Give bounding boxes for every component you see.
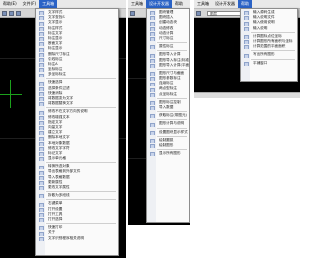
menu-separator (46, 78, 116, 80)
right-menu-designer[interactable]: 设计开发器 (212, 0, 238, 8)
menu-separator (251, 31, 295, 33)
left-menu-item[interactable]: 多坐标标注 (36, 72, 118, 78)
left-menu-item[interactable]: 更改文字属性 (36, 185, 118, 191)
toolbar-icon[interactable] (130, 10, 135, 16)
right-menu-item[interactable]: 计算范围的平面面积 (241, 44, 297, 50)
middle-menu-item[interactable]: 导入数据 (147, 105, 189, 111)
menu-separator (157, 149, 187, 151)
middle-menu-item[interactable]: 获取标注(带图元) (147, 113, 189, 119)
crosshair-vertical (10, 80, 11, 108)
menu-separator (157, 68, 187, 70)
middle-menu-item[interactable]: 点坐标标注 (147, 92, 189, 97)
menu-separator (157, 127, 187, 129)
left-menu-file[interactable]: 文件(F) (20, 0, 39, 8)
middle-menu-item[interactable]: 属性标注 (147, 44, 189, 50)
right-cad-window: 工具箱 设计开发器 帮助 图层 输入源码生成 输入说明文件 输入使用说明 输入说明 计算… (194, 0, 300, 98)
menu-separator (46, 107, 116, 109)
right-menu-item[interactable]: 写出所有图形 (241, 52, 297, 58)
toolbar-icon[interactable] (9, 10, 14, 16)
crosshair-horizontal (0, 94, 22, 95)
toolbar-icon[interactable] (2, 10, 7, 16)
right-menu-help[interactable]: 帮助 (238, 0, 252, 8)
middle-menu-item[interactable]: 设置图块显示样式 (147, 130, 189, 135)
middle-menu-item[interactable]: 尺寸标注 (147, 36, 189, 42)
middle-menu-item[interactable]: 图形导入计算(平面) (147, 63, 189, 68)
toolbar-icon[interactable] (196, 10, 201, 16)
left-menu-item[interactable]: 显示单元格 (36, 156, 118, 162)
left-menu-item[interactable]: 拆散为多段线 (36, 193, 118, 199)
left-dropdown-menu: 文字样式 文字查找S 文字显示 标注样式 标注文字 标注显示 断面文字 标注显示 删除尺寸标注引… (35, 8, 119, 256)
menu-separator (251, 50, 295, 52)
blank-area (194, 98, 300, 258)
menu-separator (157, 42, 187, 44)
right-menu-item[interactable]: 平铺窗口 (241, 61, 297, 66)
middle-cad-window: 工具箱 设计开发器 帮助 图块管理 图块插入 创建动态块 动态修改 动态计算 尺寸标注 属性… (128, 0, 190, 225)
toolbar-icon[interactable] (16, 10, 21, 16)
menu-separator (157, 50, 187, 52)
middle-menu-help[interactable]: 帮助 (172, 0, 186, 8)
right-menu-toolbox[interactable]: 工具箱 (194, 0, 212, 8)
left-menu-item[interactable]: 将数据替换文字 (36, 101, 118, 107)
menu-separator (46, 199, 116, 201)
left-menu-item[interactable]: 文字识别程序相关说明 (36, 236, 118, 241)
layer-combo[interactable]: 图层 (207, 10, 243, 16)
left-menu-help[interactable]: 帮助(E) (0, 0, 20, 8)
left-cad-window: 帮助(E) 文件(F) 工具箱 文字样式 文字查找S 文字显示 标注样式 标注文字 标注显… (0, 0, 126, 258)
middle-dropdown-menu: 图块管理 图块插入 创建动态块 动态修改 动态计算 尺寸标注 属性标注 图形导入计算 图形导入标… (146, 8, 190, 223)
middle-menu-item[interactable]: 显示所有图形 (147, 151, 189, 157)
menu-separator (157, 111, 187, 113)
middle-menu-designer[interactable]: 设计开发器 (146, 0, 172, 8)
middle-menu-toolbox[interactable]: 工具箱 (128, 0, 146, 8)
menu-separator (251, 58, 295, 60)
menu-separator (46, 162, 116, 164)
right-menu-item[interactable]: 输入说明 (241, 26, 297, 31)
menu-separator (46, 223, 116, 225)
menu-separator (157, 135, 187, 137)
left-menu-item[interactable]: 打开选择 (36, 217, 118, 223)
left-menu-toolbox[interactable]: 工具箱 (39, 0, 58, 8)
menu-separator (157, 119, 187, 121)
middle-menu-item[interactable]: 绘制图形 (147, 143, 189, 149)
middle-menu-item[interactable]: 图形计算与说明 (147, 121, 189, 127)
right-dropdown-menu: 输入源码生成 输入说明文件 输入使用说明 输入说明 计算图标点位坐标 计算图形所有面积与坐… (240, 8, 298, 82)
menu-separator (46, 191, 116, 193)
menu-separator (157, 97, 187, 99)
